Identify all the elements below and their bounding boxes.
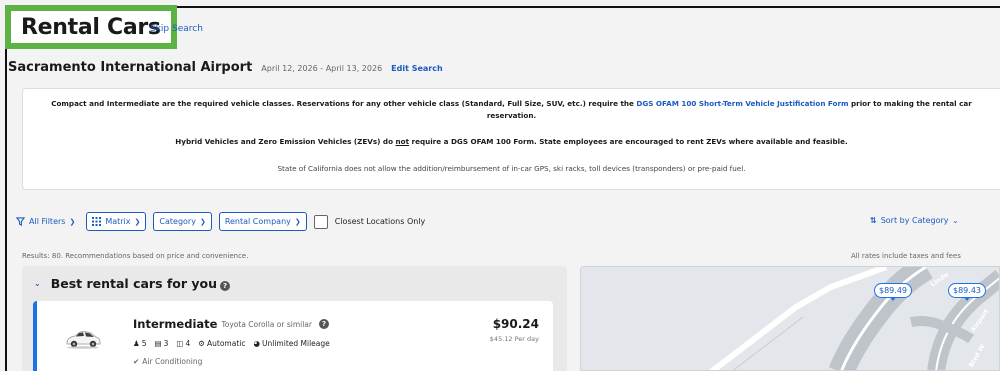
- help-icon[interactable]: ?: [318, 319, 329, 329]
- transmission-feature: ⚙ Automatic: [198, 339, 246, 348]
- luggage-icon: ▤: [154, 339, 162, 348]
- car-image: [66, 331, 101, 349]
- sort-icon: ⇅: [870, 216, 877, 225]
- help-icon[interactable]: ?: [220, 281, 231, 291]
- notice-vehicle-class: Compact and Intermediate are the require…: [51, 99, 972, 120]
- seats-feature: ♟ 5: [133, 339, 147, 348]
- car-result-card[interactable]: Intermediate Toyota Corolla or similar ?…: [33, 301, 553, 371]
- chevron-down-icon: ❯: [69, 217, 76, 226]
- trip-dates: April 12, 2026 - April 13, 2026: [261, 64, 383, 73]
- sort-button[interactable]: ⇅ Sort by Category ⌄: [870, 216, 958, 225]
- filter-icon: [16, 217, 25, 226]
- mileage-feature: ◕ Unlimited Mileage: [253, 339, 330, 348]
- location-header: Sacramento International Airport April 1…: [8, 60, 443, 75]
- door-icon: ◫: [176, 339, 184, 348]
- map-price-pin[interactable]: $89.43: [948, 283, 986, 301]
- ofam-form-link[interactable]: DGS OFAM 100 Short-Term Vehicle Justific…: [636, 99, 848, 108]
- results-summary: Results: 80. Recommendations based on pr…: [22, 252, 249, 260]
- car-model: Toyota Corolla or similar: [221, 319, 312, 329]
- chevron-down-icon: ❯: [199, 217, 206, 226]
- edit-search-link[interactable]: Edit Search: [391, 64, 443, 73]
- matrix-button[interactable]: Matrix ❯: [86, 212, 147, 231]
- rental-company-filter-button[interactable]: Rental Company ❯: [218, 212, 307, 231]
- chevron-down-icon: ❯: [294, 217, 301, 226]
- speedometer-icon: ◕: [253, 339, 261, 348]
- passengers-icon: ♟: [133, 339, 140, 348]
- page-title: Rental Cars: [21, 14, 161, 40]
- gear-icon: ⚙: [198, 339, 205, 348]
- grid-icon: [92, 217, 102, 226]
- notice-extras: State of California does not allow the a…: [277, 164, 746, 173]
- car-total-price: $90.24: [492, 317, 539, 331]
- filter-bar: All Filters ❯ Matrix ❯ Category ❯ Rental…: [16, 212, 425, 231]
- chevron-down-icon: ❯: [134, 217, 141, 226]
- car-class: Intermediate Toyota Corolla or similar ?: [133, 317, 329, 331]
- location-name: Sacramento International Airport: [8, 60, 253, 75]
- rates-note: All rates include taxes and fees: [851, 252, 961, 260]
- skip-search-link[interactable]: Skip Search: [150, 24, 203, 34]
- car-per-day-price: $45.12 Per day: [489, 335, 539, 343]
- check-circle-icon: ✔: [133, 357, 140, 366]
- map-price-pin[interactable]: $89.49: [874, 283, 912, 301]
- doors-feature: ◫ 4: [176, 339, 191, 348]
- policy-notice: Compact and Intermediate are the require…: [22, 88, 1000, 190]
- car-features: ♟ 5 ▤ 3 ◫ 4 ⚙ Automatic ◕ Unlimited Mileage: [133, 339, 330, 348]
- chevron-down-icon: ⌄: [952, 216, 959, 225]
- category-filter-button[interactable]: Category ❯: [153, 212, 212, 231]
- notice-zev: Hybrid Vehicles and Zero Emission Vehicl…: [175, 137, 848, 146]
- closest-locations-checkbox[interactable]: [313, 214, 328, 229]
- best-cars-title: Best rental cars for you?: [51, 276, 231, 291]
- map-panel[interactable]: $89.49 $89.43 Lindo Airport Blvd W: [580, 266, 1000, 371]
- bags-feature: ▤ 3: [154, 339, 169, 348]
- closest-locations-label: Closest Locations Only: [334, 217, 426, 226]
- car-ac-feature: ✔ Air Conditioning: [133, 357, 203, 366]
- best-cars-header[interactable]: ⌄ Best rental cars for you?: [34, 276, 231, 291]
- chevron-down-icon[interactable]: ⌄: [34, 279, 41, 288]
- all-filters-button[interactable]: All Filters ❯: [16, 217, 79, 226]
